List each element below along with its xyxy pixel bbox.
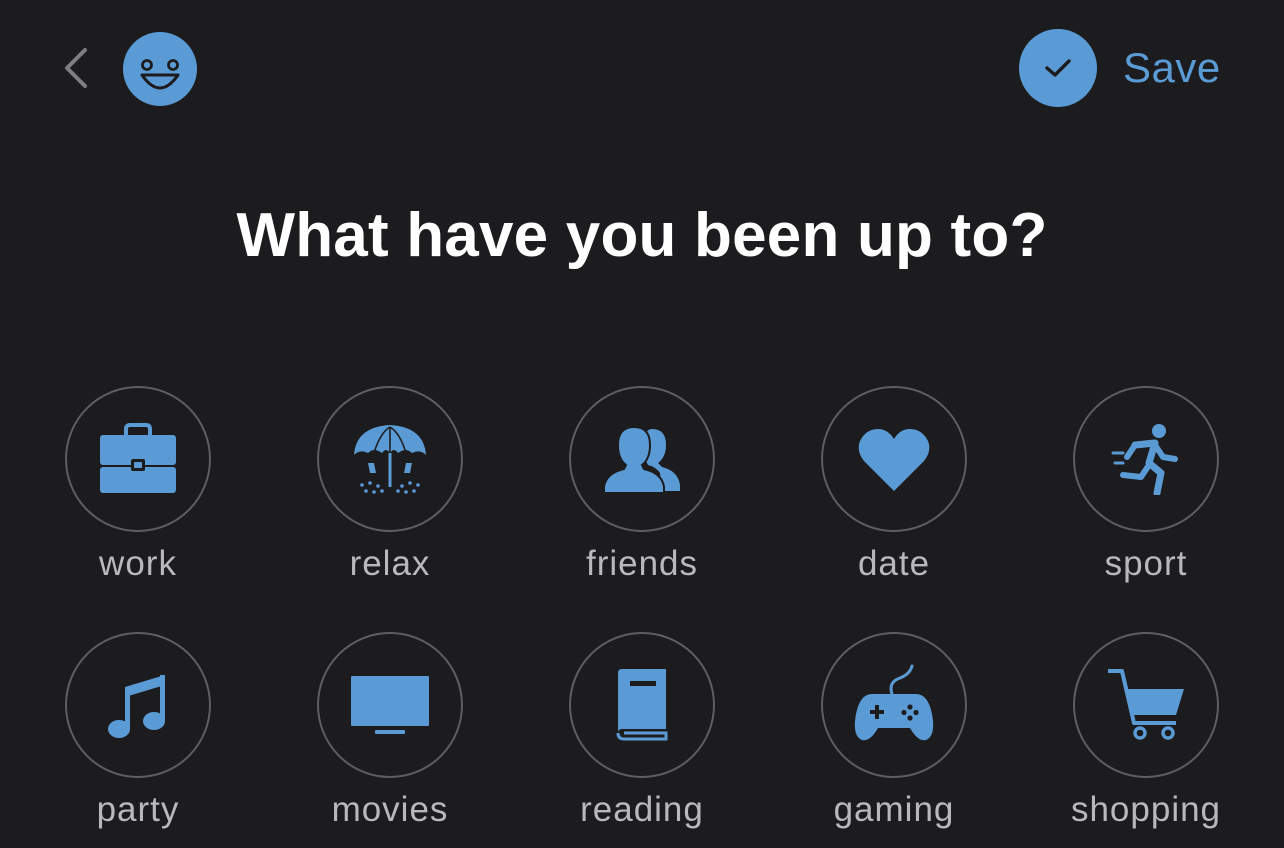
activity-reading[interactable]: reading [542,632,742,830]
music-note-icon [103,669,173,741]
activity-label: reading [580,790,704,829]
activity-label: friends [585,544,699,583]
activity-ring [317,632,463,778]
activity-label: sport [1104,544,1188,583]
activity-gaming[interactable]: gaming [794,632,994,830]
activity-ring [1073,632,1219,778]
page-title: What have you been up to? [236,201,1048,270]
activity-ring [821,386,967,532]
save-button[interactable]: Save [1019,29,1221,107]
checkmark-icon [1019,29,1097,107]
mood-avatar[interactable] [122,31,198,107]
activity-label: party [96,790,180,829]
running-person-icon [1111,423,1181,495]
back-button[interactable] [54,42,98,94]
activity-sport[interactable]: sport [1046,386,1246,584]
activity-ring [569,632,715,778]
activity-label: relax [349,544,431,583]
activity-ring [1073,386,1219,532]
activity-relax[interactable]: relax [290,386,490,584]
activity-label: movies [331,790,449,829]
people-icon [600,423,684,495]
activity-shopping[interactable]: shopping [1046,632,1246,830]
activity-picker-screen: Save What have you been up to? work rela… [0,0,1284,848]
chevron-left-icon [63,46,89,90]
smiley-face-icon [122,31,198,107]
beach-umbrella-icon [348,419,432,499]
activity-party[interactable]: party [38,632,238,830]
activity-label: date [857,544,931,583]
activity-work[interactable]: work [38,386,238,584]
briefcase-icon [96,421,180,497]
activity-ring [569,386,715,532]
heart-icon [856,425,932,493]
gamepad-icon [852,664,936,746]
activity-movies[interactable]: movies [290,632,490,830]
activity-ring [65,386,211,532]
activity-ring [317,386,463,532]
activity-label: shopping [1070,790,1222,829]
activity-label: gaming [833,790,955,829]
shopping-cart-icon [1104,665,1188,745]
activity-date[interactable]: date [794,386,994,584]
tv-screen-icon [349,674,431,736]
activity-ring [821,632,967,778]
activity-label: work [99,544,177,583]
save-label: Save [1123,44,1221,91]
book-icon [612,667,672,743]
activity-ring [65,632,211,778]
activity-friends[interactable]: friends [542,386,742,584]
